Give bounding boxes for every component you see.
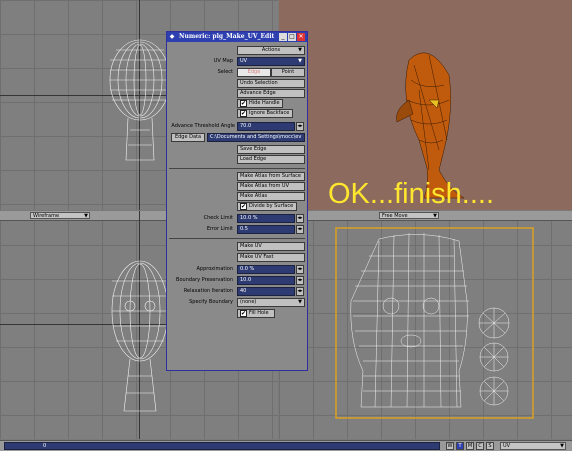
load-edge-label: Load Edge [240, 156, 267, 162]
actions-select[interactable]: Actions ▼ [237, 46, 305, 55]
dialog-title: Numeric: plg_Make_UV_Edit [179, 33, 275, 40]
save-edge-label: Save Edge [240, 146, 267, 152]
fill-hole-label: Fill Hole [249, 310, 269, 316]
app-icon: ◆ [169, 33, 175, 40]
check-limit-value: 10.0 % [240, 215, 258, 221]
undo-selection-label: Undo Selection [240, 80, 278, 86]
save-edge-button[interactable]: Save Edge [237, 145, 305, 154]
check-limit-stepper[interactable]: ◂▸ [296, 214, 304, 223]
divider [169, 168, 305, 169]
uv-map-status-select[interactable]: UV ▼ [500, 442, 566, 450]
time-slider[interactable]: 0 [4, 442, 440, 450]
ignore-backface-toggle[interactable]: ✔ Ignore Backface [237, 109, 293, 118]
atlas-uv-label: Make Atlas from UV [240, 183, 290, 189]
status-button-s[interactable]: S [486, 442, 494, 450]
check-icon: ✔ [240, 310, 247, 317]
threshold-value: 70.0 [240, 123, 252, 129]
error-limit-field[interactable]: 0.5 [237, 225, 295, 234]
boundary-label: Boundary Preservation [176, 277, 233, 283]
uv-map-status-label: UV [503, 443, 511, 449]
hide-handle-label: Hide Handle [249, 100, 280, 106]
hide-handle-toggle[interactable]: ✔ Hide Handle [237, 99, 283, 108]
select-label: Select [217, 69, 233, 75]
atlas-surface-label: Make Atlas from Surface [240, 173, 301, 179]
boundary-stepper[interactable]: ◂▸ [296, 276, 304, 285]
chevron-down-icon: ▼ [298, 58, 302, 64]
make-uv-fast-button[interactable]: Make UV Fast [237, 253, 305, 262]
status-button-t[interactable]: T [456, 442, 464, 450]
chevron-down-icon: ▼ [298, 299, 302, 305]
uv-map-value: UV [240, 58, 248, 64]
overlay-text: OK...finish.... [328, 178, 494, 210]
undo-selection-button[interactable]: Undo Selection [237, 79, 305, 88]
threshold-stepper[interactable]: ◂▸ [296, 122, 304, 131]
chevron-down-icon: ▼ [298, 47, 302, 53]
check-icon: ✔ [240, 203, 247, 210]
check-icon: ✔ [240, 110, 247, 117]
close-icon[interactable]: ✕ [297, 33, 305, 41]
select-point-button[interactable]: Point [271, 68, 305, 77]
check-limit-label: Check Limit [203, 215, 233, 221]
make-uv-button[interactable]: Make UV [237, 242, 305, 251]
specify-boundary-label: Specify Boundary [189, 299, 233, 305]
specify-boundary-select[interactable]: (none) ▼ [237, 298, 305, 307]
error-limit-value: 0.5 [240, 226, 248, 232]
load-edge-button[interactable]: Load Edge [237, 155, 305, 164]
specify-boundary-value: (none) [240, 299, 257, 305]
relaxation-value: 40 [240, 288, 247, 294]
select-edge-label: Edge [247, 69, 261, 75]
fill-hole-toggle[interactable]: ✔ Fill Hole [237, 309, 275, 318]
relaxation-label: Relaxation Iteration [183, 288, 233, 294]
approximation-stepper[interactable]: ◂▸ [296, 265, 304, 274]
minimize-icon[interactable]: _ [279, 33, 287, 41]
uv-map-label: UV Map [213, 58, 233, 64]
status-button-c[interactable]: C [476, 442, 484, 450]
advance-edge-label: Advance Edge [240, 90, 276, 96]
approximation-label: Approximation [196, 266, 233, 272]
edge-data-label: Edge Data [174, 134, 202, 140]
make-uv-label: Make UV [240, 243, 262, 249]
ignore-backface-label: Ignore Backface [249, 110, 290, 116]
uv-map-select[interactable]: UV ▼ [237, 57, 305, 66]
relaxation-field[interactable]: 40 [237, 287, 295, 296]
chevron-down-icon: ▼ [560, 443, 564, 449]
error-limit-stepper[interactable]: ◂▸ [296, 225, 304, 234]
threshold-field[interactable]: 70.0 [237, 122, 295, 131]
make-atlas-button[interactable]: Make Atlas [237, 192, 305, 201]
check-limit-field[interactable]: 10.0 % [237, 214, 295, 223]
approximation-value: 0.0 % [240, 266, 255, 272]
error-limit-label: Error Limit [206, 226, 233, 232]
advance-edge-button[interactable]: Advance Edge [237, 89, 305, 98]
status-button-m[interactable]: M [466, 442, 474, 450]
status-bar: 0 W T M C S UV ▼ [0, 440, 572, 451]
select-point-label: Point [281, 69, 295, 75]
edge-data-path: C:\Documents and Settings\mocc\ev [210, 134, 302, 140]
uv-map [335, 227, 534, 419]
actions-label: Actions [261, 47, 281, 53]
time-value: 0 [43, 443, 47, 449]
viewport-uv[interactable]: Free Move ▼ [279, 211, 572, 439]
status-button-w[interactable]: W [446, 442, 454, 450]
relaxation-stepper[interactable]: ◂▸ [296, 287, 304, 296]
make-uv-fast-label: Make UV Fast [240, 254, 274, 260]
divider [169, 238, 305, 239]
numeric-dialog: Numeric: plg_Make_UV_Edit ◆ _ □ ✕ Action… [166, 31, 308, 371]
boundary-value: 10.0 [240, 277, 252, 283]
threshold-label: Advance Threshold Angle [171, 123, 235, 129]
edge-data-path-field[interactable]: C:\Documents and Settings\mocc\ev [207, 133, 305, 142]
edge-data-button[interactable]: Edge Data [171, 133, 205, 142]
atlas-surface-button[interactable]: Make Atlas from Surface [237, 172, 305, 181]
check-icon: ✔ [240, 100, 247, 107]
atlas-uv-button[interactable]: Make Atlas from UV [237, 182, 305, 191]
boundary-field[interactable]: 10.0 [237, 276, 295, 285]
make-atlas-label: Make Atlas [240, 193, 268, 199]
maximize-icon[interactable]: □ [288, 33, 296, 41]
approximation-field[interactable]: 0.0 % [237, 265, 295, 274]
select-edge-button[interactable]: Edge [237, 68, 271, 77]
divide-surface-label: Divide by Surface [249, 203, 294, 209]
divide-surface-toggle[interactable]: ✔ Divide by Surface [237, 202, 297, 211]
